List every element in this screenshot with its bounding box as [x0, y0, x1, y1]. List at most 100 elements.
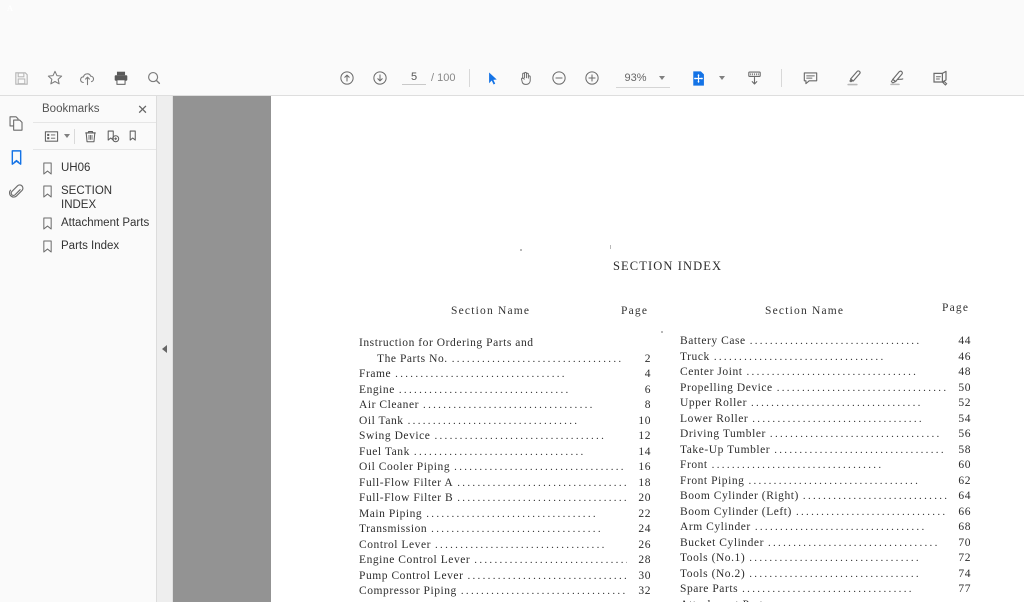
close-icon[interactable]: ✕	[136, 101, 149, 118]
toc-entry[interactable]: Air Cleaner.............................…	[359, 398, 651, 414]
previous-page-icon[interactable]	[330, 62, 363, 95]
search-icon[interactable]	[137, 62, 170, 95]
toc-entry[interactable]: The Parts No............................…	[359, 352, 651, 368]
star-icon[interactable]	[38, 62, 71, 95]
toc-entry-name: Front	[680, 459, 708, 471]
panel-splitter[interactable]	[157, 96, 173, 602]
toc-entry-page: 62	[958, 474, 971, 487]
toc-entry[interactable]: Oil Cooler Piping.......................…	[359, 460, 651, 476]
bookmarks-icon[interactable]	[1, 140, 31, 174]
toc-entry-page: 60	[958, 459, 971, 471]
toc-entry[interactable]: Tools (No.1)............................…	[680, 551, 971, 567]
zoom-level-dropdown[interactable]: 93%	[616, 69, 671, 88]
print-icon[interactable]	[104, 62, 137, 95]
toc-entry[interactable]: Pump Control Lever......................…	[359, 569, 651, 585]
toc-entry[interactable]: Center Joint............................…	[680, 365, 971, 381]
toc-leader-dots: ..................................	[474, 554, 627, 566]
toc-entry-page: 46	[958, 350, 971, 363]
toc-leader-dots: ..................................	[431, 523, 603, 535]
edit-bookmark-icon[interactable]	[123, 125, 145, 147]
toc-leader-dots: ..................................	[460, 585, 627, 597]
toc-leader-dots: ..................................	[454, 461, 626, 473]
options-chevron-icon[interactable]	[64, 134, 70, 138]
toc-entry[interactable]: Upper Roller............................…	[680, 396, 971, 412]
toc-entry-page: 10	[638, 414, 651, 427]
toc-entry[interactable]: Driving Tumbler.........................…	[680, 427, 971, 443]
toc-leader-dots: ..................................	[750, 397, 923, 409]
toc-entry[interactable]: Spare Parts.............................…	[680, 582, 971, 598]
toc-entry[interactable]: Take-Up Tumbler.........................…	[680, 443, 971, 459]
toc-entry-page: 52	[958, 397, 971, 409]
save-icon[interactable]	[5, 62, 38, 95]
pdf-viewer[interactable]: SECTION INDEX Section Name Page Instruct…	[173, 96, 1024, 602]
cloud-upload-icon[interactable]	[71, 62, 104, 95]
left-column-header-section-name: Section Name	[451, 305, 531, 317]
delete-icon[interactable]	[79, 125, 101, 147]
next-page-icon[interactable]	[363, 62, 396, 95]
attachments-icon[interactable]	[1, 174, 31, 208]
toc-entry[interactable]: Lower Roller............................…	[680, 412, 971, 428]
toc-entry[interactable]: Bucket Cylinder.........................…	[680, 536, 971, 552]
toc-entry[interactable]: Swing Device............................…	[359, 429, 651, 445]
right-column-header-section-name: Section Name	[765, 305, 845, 317]
toc-entry[interactable]: Front.................................. 6…	[680, 458, 971, 474]
toc-entry[interactable]: Compressor Piping.......................…	[359, 584, 651, 600]
toc-entry[interactable]: Engine..................................…	[359, 383, 651, 399]
scroll-mode-icon[interactable]	[738, 62, 771, 95]
bookmark-item-uh06[interactable]: UH06	[33, 159, 156, 182]
zoom-out-icon[interactable]	[542, 62, 575, 95]
bookmarks-panel-header: Bookmarks ✕	[33, 96, 156, 122]
acrobat-window: A P160-3-2.pdf - Adobe Acrobat Pro DC (3…	[0, 0, 1024, 602]
toc-entry[interactable]: Propelling Device.......................…	[680, 381, 971, 397]
toc-leader-dots: ..................................	[713, 350, 886, 363]
toc-entry[interactable]: Boom Cylinder (Right)...................…	[680, 489, 971, 505]
toc-entry[interactable]: Attachment Parts........................…	[680, 598, 971, 602]
toc-entry-page: 48	[958, 366, 971, 378]
fit-page-icon[interactable]	[682, 62, 715, 95]
toc-entry-name: Air Cleaner	[359, 399, 420, 411]
page-thumbnails-icon[interactable]	[1, 106, 31, 140]
toc-entry-name: Upper Roller	[680, 397, 747, 409]
toc-entry[interactable]: Engine Control Lever....................…	[359, 553, 651, 569]
comment-icon[interactable]	[794, 62, 827, 95]
toc-entry[interactable]: Boom Cylinder (Left)....................…	[680, 505, 971, 521]
toc-entry[interactable]: Transmission............................…	[359, 522, 651, 538]
toc-entry-name: Full-Flow Filter A	[359, 476, 454, 489]
page-number-input[interactable]	[402, 71, 426, 85]
toc-entry[interactable]: Control Lever...........................…	[359, 538, 651, 554]
highlight-icon[interactable]	[837, 62, 870, 95]
toc-entry[interactable]: Front Piping............................…	[680, 474, 971, 490]
toc-entry[interactable]: Frame.................................. 4	[359, 367, 651, 383]
left-column-header-page: Page	[621, 305, 649, 317]
stamp-icon[interactable]	[923, 62, 956, 95]
draw-icon[interactable]	[880, 62, 913, 95]
toc-entry[interactable]: Full-Flow Filter B......................…	[359, 491, 651, 507]
options-list-icon[interactable]	[40, 125, 62, 147]
toc-entry[interactable]: Fuel Tank...............................…	[359, 445, 651, 461]
toc-entry[interactable]: Arm Cylinder............................…	[680, 520, 971, 536]
toc-leader-dots: ..................................	[426, 507, 598, 520]
toc-entry[interactable]: Oil Tank................................…	[359, 414, 651, 430]
toc-entry[interactable]: Main Piping.............................…	[359, 507, 651, 523]
toc-entry[interactable]: Instruction for Ordering Parts and......…	[359, 336, 651, 352]
toc-leader-dots: ..................................	[769, 428, 942, 440]
toc-entry[interactable]: Tools (No.2)............................…	[680, 567, 971, 583]
fit-page-chevron-icon[interactable]	[719, 76, 726, 80]
bookmark-item-section-index[interactable]: SECTION INDEX	[33, 182, 156, 214]
toc-entry-page: 44	[958, 335, 971, 347]
new-bookmark-icon[interactable]	[101, 125, 123, 147]
toc-leader-dots: ..................................	[754, 521, 927, 533]
bookmark-item-parts-index[interactable]: Parts Index	[33, 237, 156, 260]
collapse-panel-arrow-icon[interactable]	[162, 345, 167, 353]
toc-entry[interactable]: Battery Case............................…	[680, 334, 971, 350]
bookmark-item-attachment-parts[interactable]: Attachment Parts	[33, 214, 156, 237]
hand-icon[interactable]	[509, 62, 542, 95]
toc-entry[interactable]: Full-Flow Filter A......................…	[359, 476, 651, 492]
toc-entry-page: 72	[958, 552, 971, 564]
pdf-page[interactable]: SECTION INDEX Section Name Page Instruct…	[271, 96, 1024, 602]
toc-leader-dots: ..................................	[752, 412, 924, 425]
toc-entry-page: 30	[638, 569, 651, 582]
select-cursor-icon[interactable]	[476, 62, 509, 95]
zoom-in-icon[interactable]	[575, 62, 608, 95]
toc-entry[interactable]: Truck.................................. 4…	[680, 350, 971, 366]
